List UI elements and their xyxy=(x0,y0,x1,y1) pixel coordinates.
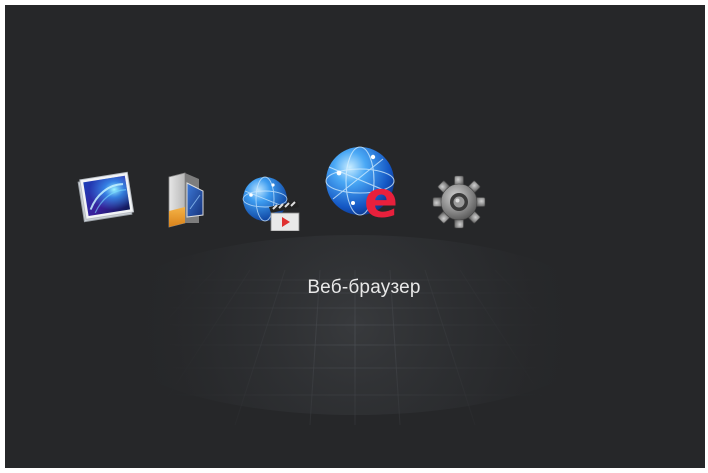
music-icon[interactable] xyxy=(159,171,211,229)
media-menu-screen: e Веб-браузер xyxy=(5,5,705,468)
video-icon[interactable] xyxy=(239,173,303,231)
web-browser-icon[interactable]: e xyxy=(323,143,413,225)
settings-gear-icon[interactable] xyxy=(431,174,487,230)
photo-icon[interactable] xyxy=(75,169,137,227)
grid-floor xyxy=(15,235,695,426)
selected-item-label: Веб-браузер xyxy=(307,277,421,298)
svg-text:e: e xyxy=(364,171,398,225)
